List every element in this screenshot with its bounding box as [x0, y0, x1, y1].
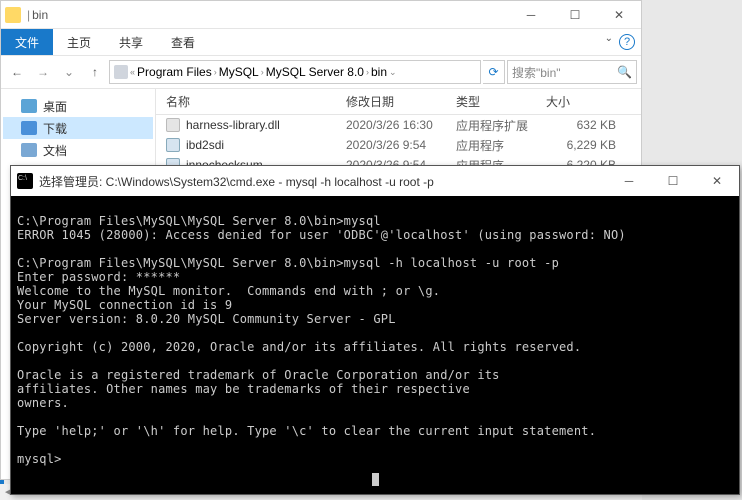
- cmd-window: 选择管理员: C:\Windows\System32\cmd.exe - mys…: [10, 165, 740, 495]
- cursor: [372, 473, 379, 486]
- window-title: bin: [32, 8, 48, 22]
- explorer-titlebar[interactable]: | bin ─ ☐ ✕: [1, 1, 641, 29]
- crumb[interactable]: bin: [371, 65, 387, 79]
- col-size[interactable]: 大小: [546, 93, 616, 110]
- search-icon[interactable]: 🔍: [617, 65, 632, 79]
- back-button[interactable]: ←: [5, 60, 29, 84]
- chevron-icon[interactable]: «: [130, 67, 135, 77]
- nav-item-icon: [21, 99, 37, 113]
- col-modified[interactable]: 修改日期: [346, 93, 456, 110]
- file-row[interactable]: harness-library.dll 2020/3/26 16:30应用程序扩展…: [156, 115, 641, 135]
- close-button[interactable]: ✕: [597, 1, 641, 29]
- file-row[interactable]: ibd2sdi 2020/3/26 9:54应用程序6,229 KB: [156, 135, 641, 155]
- tab-share[interactable]: 共享: [105, 29, 157, 55]
- col-name[interactable]: 名称: [156, 93, 346, 110]
- up-button[interactable]: ↑: [83, 60, 107, 84]
- pc-icon: [114, 65, 128, 79]
- nav-item-icon: [21, 121, 37, 135]
- file-type: 应用程序扩展: [456, 117, 546, 134]
- cmd-output[interactable]: C:\Program Files\MySQL\MySQL Server 8.0\…: [11, 196, 739, 494]
- sidebar-item[interactable]: 桌面: [3, 95, 153, 117]
- help-icon[interactable]: ?: [619, 34, 635, 50]
- file-icon: [166, 138, 180, 152]
- sidebar-item[interactable]: 下载: [3, 117, 153, 139]
- file-type: 应用程序: [456, 137, 546, 154]
- column-headers[interactable]: 名称 修改日期 类型 大小: [156, 89, 641, 115]
- minimize-button[interactable]: ─: [509, 1, 553, 29]
- tab-view[interactable]: 查看: [157, 29, 209, 55]
- tab-home[interactable]: 主页: [53, 29, 105, 55]
- cmd-titlebar[interactable]: 选择管理员: C:\Windows\System32\cmd.exe - mys…: [11, 166, 739, 196]
- folder-icon: [5, 7, 21, 23]
- refresh-button[interactable]: ⟳: [483, 60, 505, 84]
- nav-item-label: 下载: [43, 120, 67, 137]
- crumb[interactable]: Program Files: [137, 65, 212, 79]
- nav-item-label: 桌面: [43, 98, 67, 115]
- crumb[interactable]: MySQL: [219, 65, 259, 79]
- ribbon-tabs: 文件 主页 共享 查看 ⌄ ?: [1, 29, 641, 55]
- cmd-close-button[interactable]: ✕: [695, 167, 739, 195]
- sidebar-item[interactable]: 文档: [3, 139, 153, 161]
- navbar: ← → ⌄ ↑ « Program Files › MySQL › MySQL …: [1, 55, 641, 89]
- file-size: 632 KB: [546, 118, 616, 132]
- chevron-icon[interactable]: ›: [261, 67, 264, 77]
- cmd-icon: [17, 173, 33, 189]
- forward-button[interactable]: →: [31, 60, 55, 84]
- tab-file[interactable]: 文件: [1, 29, 53, 55]
- crumb[interactable]: MySQL Server 8.0: [266, 65, 364, 79]
- file-size: 6,229 KB: [546, 138, 616, 152]
- nav-item-icon: [21, 143, 37, 157]
- file-icon: [166, 118, 180, 132]
- chevron-icon[interactable]: ›: [214, 67, 217, 77]
- cmd-title: 选择管理员: C:\Windows\System32\cmd.exe - mys…: [39, 173, 434, 190]
- nav-item-label: 文档: [43, 142, 67, 159]
- chevron-icon[interactable]: ›: [366, 67, 369, 77]
- chevron-icon[interactable]: ⌄: [389, 67, 397, 78]
- cmd-minimize-button[interactable]: ─: [607, 167, 651, 195]
- cmd-window-controls: ─ ☐ ✕: [607, 167, 739, 195]
- file-modified: 2020/3/26 16:30: [346, 118, 456, 132]
- cmd-maximize-button[interactable]: ☐: [651, 167, 695, 195]
- maximize-button[interactable]: ☐: [553, 1, 597, 29]
- file-name: harness-library.dll: [186, 118, 280, 132]
- ribbon-collapse-icon[interactable]: ⌄: [605, 33, 613, 44]
- breadcrumb[interactable]: « Program Files › MySQL › MySQL Server 8…: [109, 60, 481, 84]
- col-type[interactable]: 类型: [456, 93, 546, 110]
- titlebar-sep: |: [27, 8, 30, 22]
- history-dropdown[interactable]: ⌄: [57, 60, 81, 84]
- search-placeholder: 搜索"bin": [512, 64, 561, 81]
- window-controls: ─ ☐ ✕: [509, 1, 641, 29]
- file-name: ibd2sdi: [186, 138, 224, 152]
- file-modified: 2020/3/26 9:54: [346, 138, 456, 152]
- search-input[interactable]: 搜索"bin" 🔍: [507, 60, 637, 84]
